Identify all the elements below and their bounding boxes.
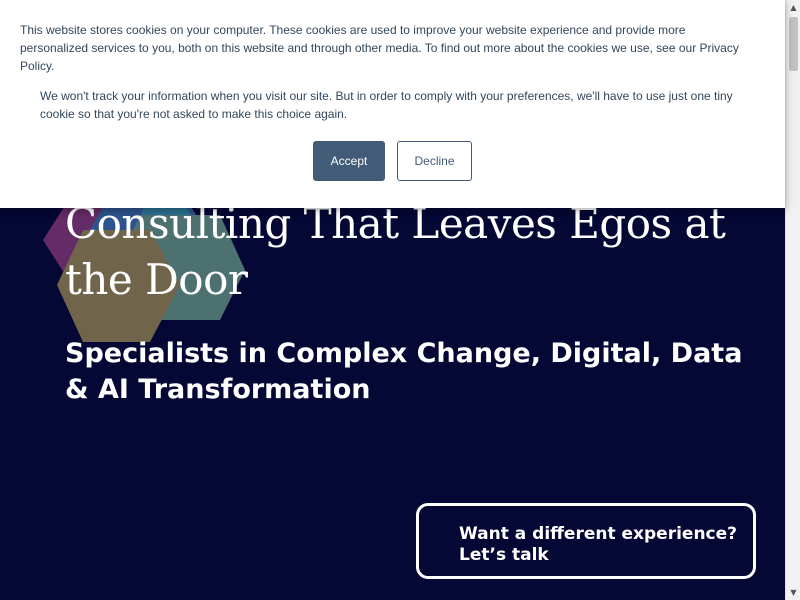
triangle-up-icon[interactable]: ▲ xyxy=(786,0,800,15)
hero-title: Consulting That Leaves Egos at the Door xyxy=(65,199,726,304)
contact-cta-button[interactable]: Want a different experience? Let’s talk xyxy=(416,503,756,579)
scrollbar-thumb[interactable] xyxy=(789,17,798,71)
accept-button[interactable]: Accept xyxy=(313,141,385,181)
triangle-down-icon[interactable]: ▼ xyxy=(786,585,800,600)
cookie-consent-banner: This website stores cookies on your comp… xyxy=(0,0,785,208)
cookie-secondary-message: We won't track your information when you… xyxy=(40,89,733,121)
cta-line-1: Want a different experience? xyxy=(459,524,738,544)
hero-subtitle: Specialists in Complex Change, Digital, … xyxy=(65,338,743,405)
cta-line-2: Let’s talk xyxy=(459,545,549,565)
decline-button[interactable]: Decline xyxy=(397,141,472,181)
page-scrollbar[interactable]: ▲ ▼ xyxy=(785,0,800,600)
cookie-message: This website stores cookies on your comp… xyxy=(20,23,739,73)
